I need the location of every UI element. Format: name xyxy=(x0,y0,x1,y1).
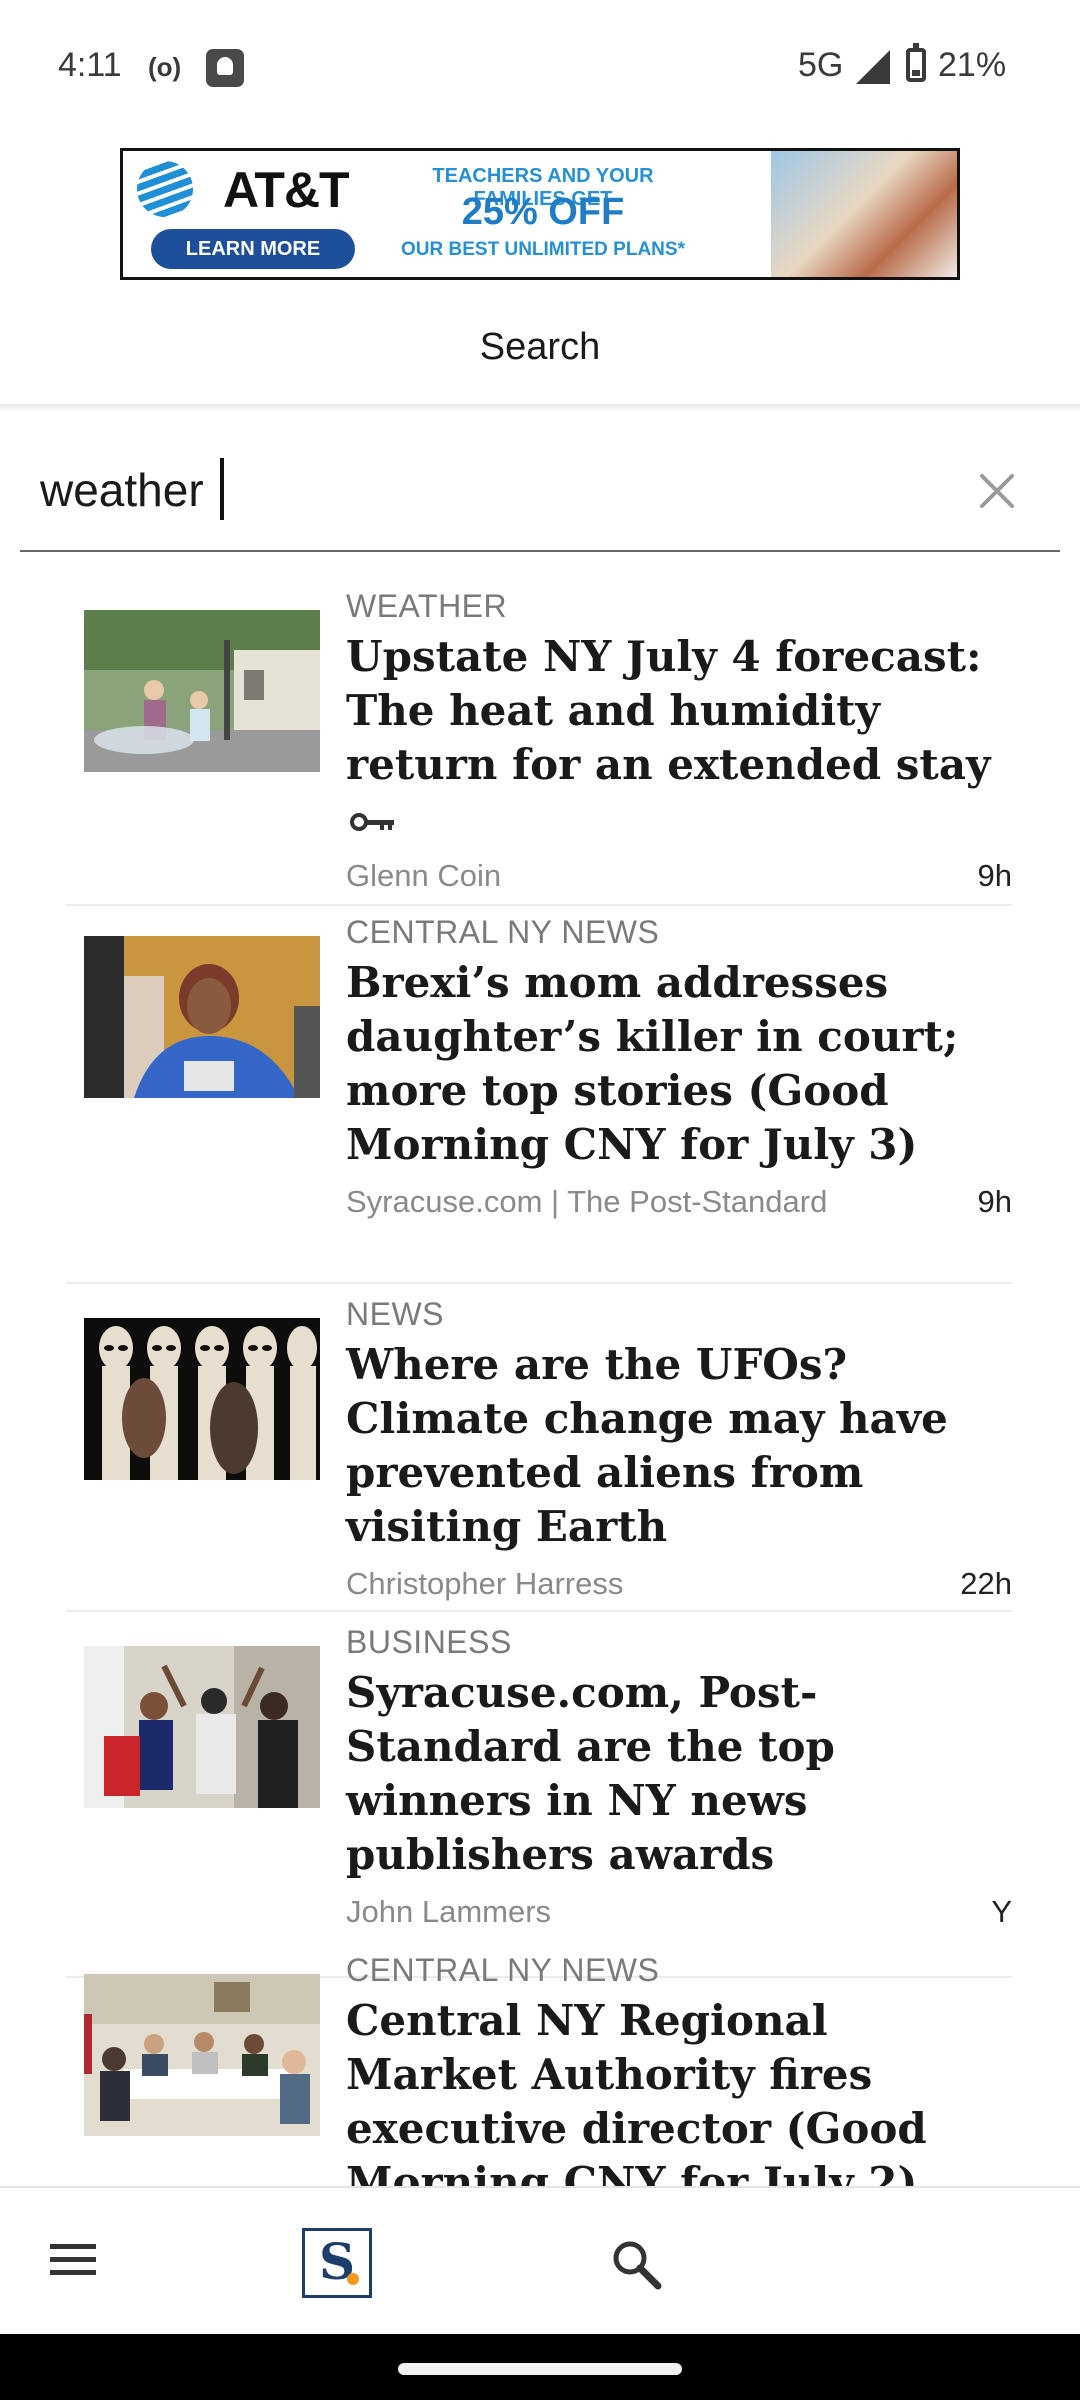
logo-dot-icon xyxy=(347,2273,359,2285)
article-author: Syracuse.com | The Post-Standard xyxy=(346,1184,828,1219)
radio-indicator-icon: (o) xyxy=(148,52,182,82)
key-icon xyxy=(350,813,394,831)
divider xyxy=(66,1610,1012,1612)
page-title: Search xyxy=(479,326,601,368)
bottom-nav: S xyxy=(0,2186,1080,2336)
article-headline[interactable]: Upstate NY July 4 forecast: The heat and… xyxy=(346,630,1012,846)
ad-banner[interactable]: AT&T LEARN MORE TEACHERS AND YOUR FAMILI… xyxy=(120,148,960,280)
article-meta: Syracuse.com | The Post-Standard 9h xyxy=(346,1184,1012,1226)
article-time: 9h xyxy=(977,858,1012,893)
article-headline[interactable]: Central NY Regional Market Authority fir… xyxy=(346,1994,1012,2186)
status-time: 4:11 xyxy=(58,46,122,84)
article-thumbnail[interactable] xyxy=(84,1646,320,1808)
menu-icon[interactable] xyxy=(48,2236,98,2282)
att-globe-logo-icon xyxy=(137,161,193,217)
article-meta: John Lammers Y xyxy=(346,1894,1012,1936)
article-time: 22h xyxy=(960,1566,1012,1601)
ad-learn-more-button[interactable]: LEARN MORE xyxy=(151,229,355,269)
article-author: John Lammers xyxy=(346,1894,552,1929)
article-category: BUSINESS xyxy=(346,1624,512,1660)
article-headline-text: Upstate NY July 4 forecast: The heat and… xyxy=(346,632,991,789)
status-bar: 4:11 (o) 5G 21% xyxy=(0,0,1080,130)
list-item[interactable]: WEATHER Upstate NY July 4 forecast: The … xyxy=(66,584,1012,906)
header-divider xyxy=(0,404,1080,412)
article-category: CENTRAL NY NEWS xyxy=(346,1952,660,1988)
search-underline xyxy=(20,550,1060,552)
syracuse-logo-button[interactable]: S xyxy=(302,2228,372,2298)
list-item[interactable]: CENTRAL NY NEWS Central NY Regional Mark… xyxy=(66,1948,1012,2186)
ad-text-line2: 25% OFF xyxy=(461,191,625,233)
divider xyxy=(66,1282,1012,1284)
article-headline[interactable]: Where are the UFOs? Climate change may h… xyxy=(346,1338,1012,1554)
divider xyxy=(66,904,1012,906)
signal-icon xyxy=(856,50,890,84)
article-author: Glenn Coin xyxy=(346,858,502,893)
search-input[interactable] xyxy=(40,455,940,525)
article-time: Y xyxy=(991,1894,1012,1929)
list-item[interactable]: BUSINESS Syracuse.com, Post-Standard are… xyxy=(66,1620,1012,1978)
ad-photo xyxy=(771,151,957,277)
article-thumbnail[interactable] xyxy=(84,1974,320,2136)
battery-icon xyxy=(906,43,926,82)
article-author: Christopher Harress xyxy=(346,1566,624,1601)
ad-brand: AT&T xyxy=(223,162,350,218)
ad-text-line3: OUR BEST UNLIMITED PLANS* xyxy=(401,239,685,260)
article-category: CENTRAL NY NEWS xyxy=(346,914,660,950)
list-item[interactable]: NEWS Where are the UFOs? Climate change … xyxy=(66,1292,1012,1612)
article-headline[interactable]: Brexi’s mom addresses daughter’s killer … xyxy=(346,956,1012,1172)
list-item[interactable]: CENTRAL NY NEWS Brexi’s mom addresses da… xyxy=(66,910,1012,1284)
article-category: NEWS xyxy=(346,1296,444,1332)
article-thumbnail[interactable] xyxy=(84,936,320,1098)
search-icon[interactable] xyxy=(608,2236,664,2292)
article-meta: Christopher Harress 22h xyxy=(346,1566,1012,1608)
article-meta: Glenn Coin 9h xyxy=(346,858,1012,900)
notification-app-icon xyxy=(206,49,244,87)
article-thumbnail[interactable] xyxy=(84,610,320,772)
battery-percent: 21% xyxy=(938,46,1007,84)
search-results-list[interactable]: WEATHER Upstate NY July 4 forecast: The … xyxy=(0,560,1080,2186)
close-icon[interactable] xyxy=(972,466,1022,516)
system-nav-bar xyxy=(0,2334,1080,2400)
article-time: 9h xyxy=(977,1184,1012,1219)
text-cursor xyxy=(220,458,224,520)
article-headline[interactable]: Syracuse.com, Post-Standard are the top … xyxy=(346,1666,1012,1882)
article-category: WEATHER xyxy=(346,588,508,624)
article-thumbnail[interactable] xyxy=(84,1318,320,1480)
home-gesture-bar[interactable] xyxy=(398,2363,682,2375)
network-type: 5G xyxy=(798,46,844,84)
